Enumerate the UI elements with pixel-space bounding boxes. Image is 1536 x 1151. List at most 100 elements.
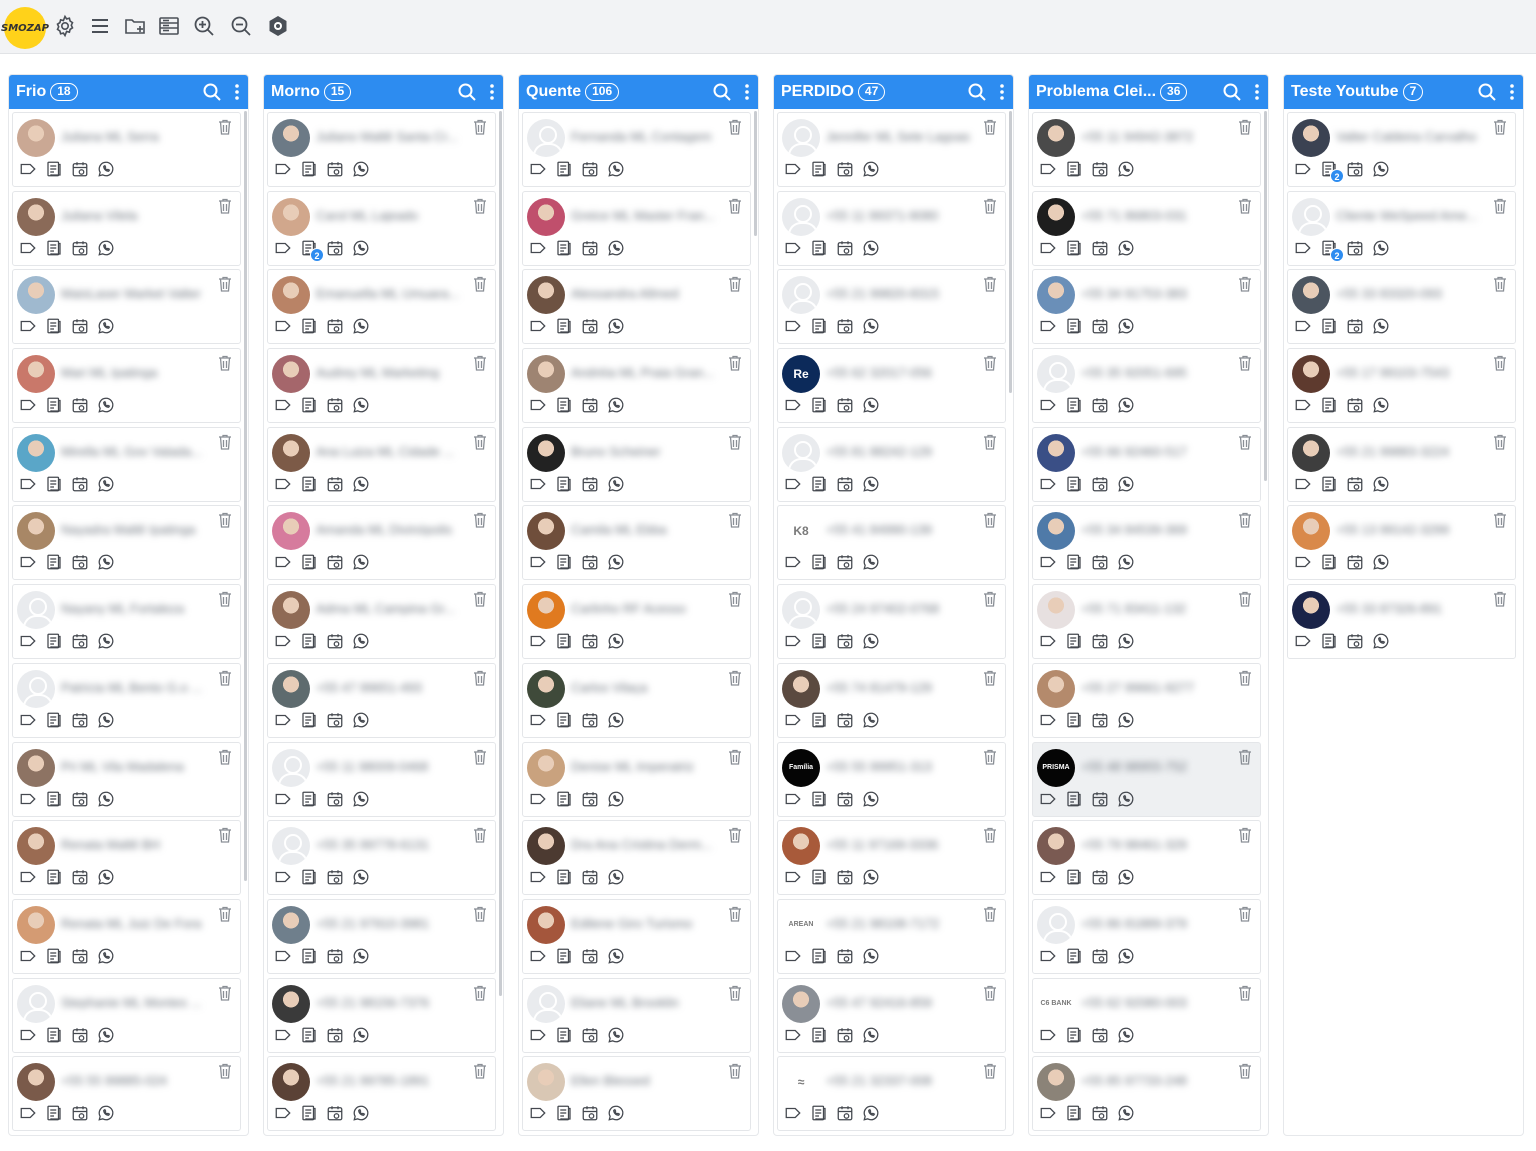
trash-icon[interactable] [983, 119, 997, 135]
lead-card[interactable]: +55 11 97169-3336 [777, 820, 1006, 896]
schedule-icon[interactable] [1091, 160, 1109, 178]
whatsapp-icon[interactable] [1117, 1104, 1135, 1122]
whatsapp-icon[interactable] [1372, 239, 1390, 257]
trash-icon[interactable] [1238, 355, 1252, 371]
schedule-icon[interactable] [1346, 475, 1364, 493]
whatsapp-icon[interactable] [862, 317, 880, 335]
notes-icon[interactable] [300, 160, 318, 178]
lead-card[interactable]: C6 BANK +55 62 92080-003 [1032, 977, 1261, 1053]
schedule-icon[interactable] [1091, 1026, 1109, 1044]
schedule-icon[interactable] [581, 947, 599, 965]
contact-name[interactable]: +55 47 99651-493 [316, 680, 476, 694]
whatsapp-icon[interactable] [607, 790, 625, 808]
notes-icon[interactable] [810, 553, 828, 571]
lead-card[interactable]: Eliane ML Brooklin [522, 977, 751, 1053]
tag-icon[interactable] [19, 632, 37, 650]
whatsapp-icon[interactable] [352, 632, 370, 650]
lead-card[interactable]: +55 71 86803-031 [1032, 190, 1261, 266]
contact-name[interactable]: +55 85 97733-248 [1081, 1073, 1241, 1087]
trash-icon[interactable] [473, 985, 487, 1001]
column-header[interactable]: Problema Clei... 36 [1029, 75, 1268, 109]
notes-icon[interactable] [45, 947, 63, 965]
contact-name[interactable]: +55 11 97169-3336 [826, 837, 986, 851]
tag-icon[interactable] [274, 396, 292, 414]
trash-icon[interactable] [1238, 1063, 1252, 1079]
schedule-icon[interactable] [1091, 790, 1109, 808]
whatsapp-icon[interactable] [607, 396, 625, 414]
whatsapp-icon[interactable] [97, 317, 115, 335]
schedule-icon[interactable] [581, 553, 599, 571]
schedule-icon[interactable] [1091, 711, 1109, 729]
trash-icon[interactable] [473, 198, 487, 214]
lead-card[interactable]: Nayadra Maltê Ipatinga [12, 505, 241, 581]
notes-icon[interactable] [300, 790, 318, 808]
notes-icon[interactable] [1065, 475, 1083, 493]
lead-card[interactable]: Alessandra Allmed [522, 269, 751, 345]
trash-icon[interactable] [728, 276, 742, 293]
tag-icon[interactable] [274, 632, 292, 650]
tag-icon[interactable] [274, 553, 292, 571]
trash-icon[interactable] [473, 355, 487, 371]
column-scrollbar[interactable] [244, 111, 247, 881]
lead-card[interactable]: Greice ML Master Fran... [522, 190, 751, 266]
whatsapp-icon[interactable] [1372, 160, 1390, 178]
notes-icon[interactable] [810, 868, 828, 886]
notes-icon[interactable] [555, 317, 573, 335]
schedule-icon[interactable] [1091, 239, 1109, 257]
notes-icon[interactable] [1065, 632, 1083, 650]
lead-card[interactable]: Mari ML Ipatinga [12, 348, 241, 424]
trash-icon[interactable] [1493, 355, 1507, 371]
contact-name[interactable]: Pri ML Vila Madalena [61, 759, 221, 773]
notes-icon[interactable]: 2 [300, 239, 324, 262]
more-options-icon[interactable] [742, 82, 752, 102]
contact-name[interactable]: Mari ML Ipatinga [61, 365, 221, 379]
contact-name[interactable]: Fernanda ML Contagem [571, 129, 731, 143]
contact-name[interactable]: Juliana Vilela [61, 208, 221, 222]
contact-name[interactable]: +55 34 91753-383 [1081, 286, 1241, 300]
schedule-icon[interactable] [581, 632, 599, 650]
trash-icon[interactable] [218, 827, 232, 843]
notes-icon[interactable] [1320, 475, 1338, 493]
trash-icon[interactable] [1238, 119, 1252, 135]
notes-icon[interactable] [1065, 1026, 1083, 1044]
notes-icon[interactable] [45, 790, 63, 808]
search-icon[interactable] [202, 82, 222, 102]
contact-name[interactable]: +55 66 92460-517 [1081, 444, 1241, 458]
tag-icon[interactable] [1039, 1104, 1057, 1122]
lead-card[interactable]: K8 +55 41 84990-139 [777, 505, 1006, 581]
schedule-icon[interactable] [71, 239, 89, 257]
whatsapp-icon[interactable] [1372, 475, 1390, 493]
lead-card[interactable]: Juliana ML Serra [12, 112, 241, 187]
contact-name[interactable]: Cliente WeSpeed Ame... [1336, 208, 1496, 222]
trash-icon[interactable] [728, 119, 742, 135]
trash-icon[interactable] [473, 434, 487, 450]
tag-icon[interactable] [19, 790, 37, 808]
whatsapp-icon[interactable] [97, 1104, 115, 1122]
tag-icon[interactable] [529, 160, 547, 178]
zoom-out-icon[interactable] [228, 13, 254, 39]
lead-card[interactable]: +55 86 81889-379 [1032, 898, 1261, 974]
tag-icon[interactable] [1294, 160, 1312, 178]
notes-icon[interactable] [45, 160, 63, 178]
lead-card[interactable]: Stephanie ML Montes ... [12, 977, 241, 1053]
contact-name[interactable]: +55 21 99785-1891 [316, 1073, 476, 1087]
more-options-icon[interactable] [1252, 82, 1262, 102]
lead-card[interactable]: +55 17 99103-7543 [1287, 348, 1516, 424]
trash-icon[interactable] [473, 1063, 487, 1079]
notes-icon[interactable] [1065, 1104, 1083, 1122]
tag-icon[interactable] [529, 553, 547, 571]
whatsapp-icon[interactable] [97, 790, 115, 808]
contact-name[interactable]: Stephanie ML Montes ... [61, 995, 221, 1009]
notes-icon[interactable] [1320, 632, 1338, 650]
whatsapp-icon[interactable] [352, 396, 370, 414]
notes-icon[interactable] [555, 711, 573, 729]
whatsapp-icon[interactable] [862, 947, 880, 965]
trash-icon[interactable] [218, 355, 232, 371]
lead-card[interactable]: +55 21 98156-7376 [267, 977, 496, 1053]
contact-name[interactable]: Amanda ML Divinópolis [316, 522, 476, 536]
lead-card[interactable]: PRISMA +55 48 98955-752 [1032, 741, 1261, 817]
schedule-icon[interactable] [836, 239, 854, 257]
contact-name[interactable]: +55 21 99883-3224 [1336, 444, 1496, 458]
whatsapp-icon[interactable] [1117, 868, 1135, 886]
contact-name[interactable]: Camila ML Ebba [571, 522, 731, 536]
